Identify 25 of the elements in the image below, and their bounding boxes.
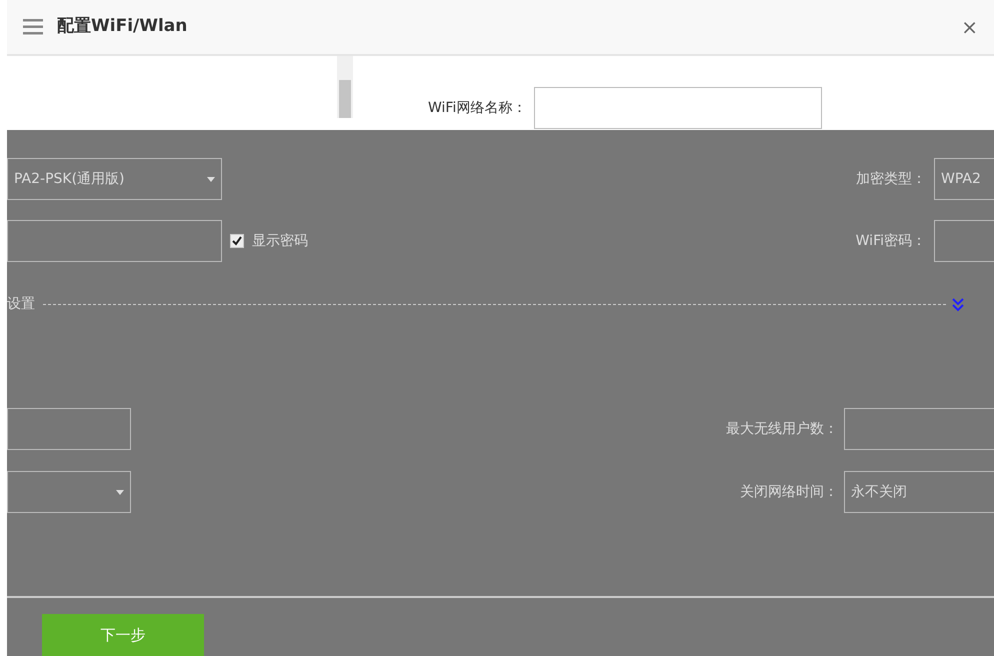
close-button[interactable]: × (961, 12, 978, 42)
section-title: 设置 (7, 295, 35, 314)
scrollbar[interactable] (337, 56, 353, 118)
caret-icon (207, 176, 215, 182)
field-label: 关闭网络时间： (740, 482, 838, 502)
checkbox-label: 显示密码 (252, 232, 308, 250)
encryption-select[interactable]: PA2-PSK(通用版) (7, 158, 222, 200)
next-button[interactable]: 下一步 (42, 614, 204, 656)
menu-icon[interactable] (23, 19, 43, 35)
checkbox[interactable] (230, 234, 244, 248)
field-label: WiFi网络名称： (428, 98, 526, 118)
field-label: WiFi密码： (856, 232, 926, 250)
caret-icon (116, 490, 124, 494)
input-field[interactable]: 永不关闭 (844, 471, 994, 513)
password-field[interactable] (934, 220, 994, 262)
window-title: 配置WiFi/Wlan (57, 15, 188, 38)
wifi-name-field[interactable] (534, 87, 822, 129)
password-field[interactable] (7, 220, 222, 262)
field-label: 加密类型： (856, 170, 926, 188)
input-field[interactable] (844, 408, 994, 450)
field-label: 最大无线用户数： (726, 420, 838, 438)
encryption-field[interactable]: WPA2 (934, 158, 994, 200)
input-field[interactable] (7, 408, 131, 450)
select-field[interactable] (7, 471, 131, 513)
chevron-down-icon[interactable] (952, 298, 964, 312)
